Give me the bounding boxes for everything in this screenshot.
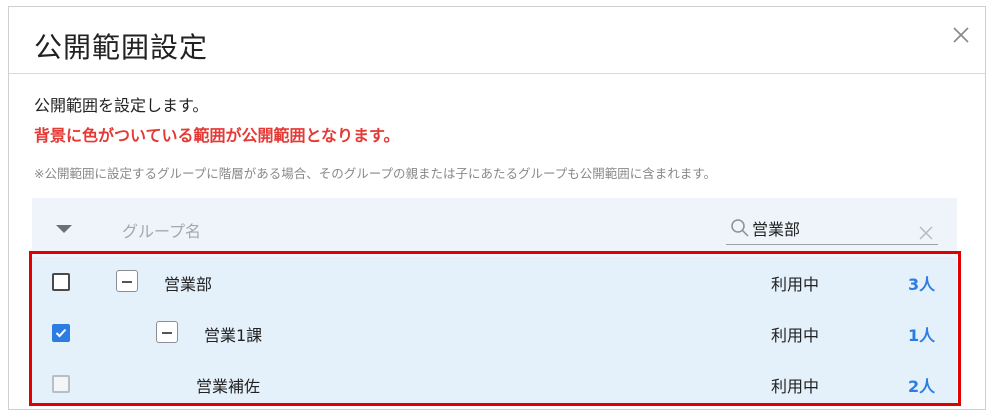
table-row: 営業補佐 利用中 2人 <box>32 359 957 407</box>
member-count-link[interactable]: 1人 <box>908 322 935 346</box>
row-checkbox[interactable] <box>52 375 70 393</box>
member-count-link[interactable]: 2人 <box>908 373 935 397</box>
clear-icon[interactable] <box>914 219 933 240</box>
close-icon[interactable] <box>950 24 972 46</box>
header-divider <box>9 73 985 74</box>
table-header: グループ名 <box>32 198 957 257</box>
group-table: グループ名 営業部 利用中 3人 営業1課 利用中 <box>32 198 957 404</box>
table-body: 営業部 利用中 3人 営業1課 利用中 1人 営業補佐 利用中 2人 <box>32 257 957 407</box>
row-checkbox[interactable] <box>52 324 70 342</box>
checkmark-icon <box>55 328 67 338</box>
table-row: 営業1課 利用中 1人 <box>32 308 957 359</box>
warning-text: 背景に色がついている範囲が公開範囲となります。 <box>34 126 400 145</box>
collapse-icon[interactable] <box>156 321 178 343</box>
group-name: 営業1課 <box>204 326 263 345</box>
dialog-title: 公開範囲設定 <box>34 31 209 64</box>
row-checkbox[interactable] <box>52 273 70 291</box>
group-name: 営業部 <box>164 275 213 294</box>
group-status: 利用中 <box>771 377 820 396</box>
description-text: 公開範囲を設定します。 <box>34 96 209 115</box>
group-status: 利用中 <box>771 275 820 294</box>
search-input[interactable] <box>752 216 902 240</box>
member-count-link[interactable]: 3人 <box>908 271 935 295</box>
group-name: 営業補佐 <box>196 377 261 396</box>
collapse-icon[interactable] <box>116 270 138 292</box>
search-icon <box>731 219 749 237</box>
table-row: 営業部 利用中 3人 <box>32 257 957 308</box>
group-status: 利用中 <box>771 326 820 345</box>
search-box <box>726 212 938 245</box>
note-text: ※公開範囲に設定するグループに階層がある場合、そのグループの親または子にあたるグ… <box>34 166 716 181</box>
column-header-group-name: グループ名 <box>122 222 202 241</box>
caret-down-icon[interactable] <box>56 225 72 233</box>
